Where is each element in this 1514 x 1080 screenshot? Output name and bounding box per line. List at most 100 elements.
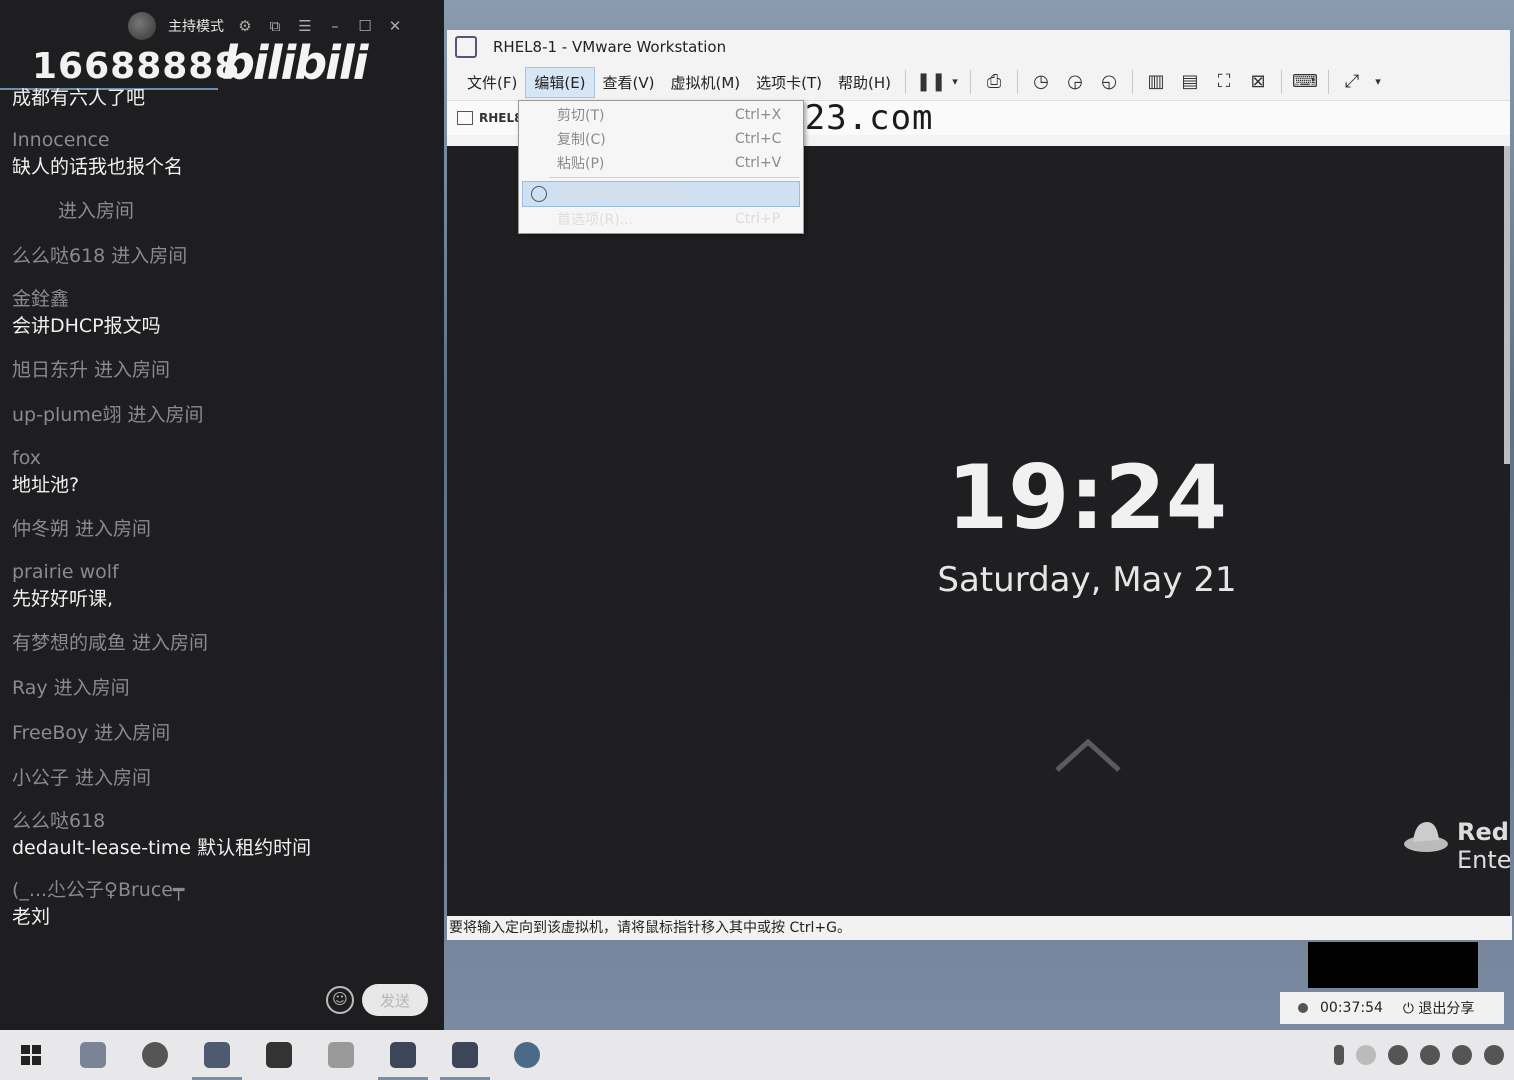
host-avatar[interactable] (128, 12, 156, 40)
taskbar-app-7[interactable] (434, 1030, 496, 1080)
menu-vm[interactable]: 虚拟机(M) (663, 68, 749, 97)
menu-item-copy[interactable]: 复制(C) Ctrl+C (519, 127, 803, 151)
status-bar: 要将输入定向到该虚拟机，请将鼠标指针移入其中或按 Ctrl+G。 (447, 916, 1512, 940)
taskbar-file-explorer[interactable] (62, 1030, 124, 1080)
share-elapsed-time: 00:37:54 (1320, 1000, 1383, 1016)
chat-username[interactable]: 么么哒618 (12, 245, 105, 267)
enter-room-text: 进入房间 (75, 518, 152, 540)
chat-username[interactable]: up-plume翊 (12, 404, 122, 426)
tray-app-icon[interactable] (1484, 1045, 1504, 1065)
chat-enter-notice: FreeBoy 进入房间 (12, 718, 432, 748)
menu-tabs[interactable]: 选项卡(T) (748, 68, 830, 97)
chat-message-list: 成都有六人了吧 Innocence 缺人的话我也报个名 进入房间 么么哒618 进入房间金… (12, 84, 432, 946)
taskbar-browser[interactable] (124, 1030, 186, 1080)
chat-message: (_...尐公子♀Bruce┯ 老刘 (12, 877, 432, 931)
menu-item-cut[interactable]: 剪切(T) Ctrl+X (519, 103, 803, 127)
chat-message-text: 会讲DHCP报文吗 (12, 315, 161, 337)
network-globe-icon (531, 186, 547, 202)
brand-line-2: Ente (1457, 846, 1510, 874)
redhat-logo: Red Ente (1403, 818, 1510, 874)
menu-view[interactable]: 查看(V) (595, 68, 663, 97)
guest-screen[interactable]: 19:24 Saturday, May 21 Red Ente (447, 146, 1510, 916)
chat-username[interactable]: fox (12, 445, 432, 471)
edit-dropdown-menu: 剪切(T) Ctrl+X 复制(C) Ctrl+C 粘贴(P) Ctrl+V 虚… (518, 100, 804, 234)
tray-app-icon[interactable] (1356, 1045, 1376, 1065)
terminal-icon (390, 1042, 416, 1068)
taskbar-vmware[interactable] (186, 1030, 248, 1080)
chat-message-text: 老刘 (12, 906, 51, 928)
maximize-icon[interactable]: ☐ (356, 17, 374, 35)
taskbar-app-4[interactable] (248, 1030, 310, 1080)
host-mode-label[interactable]: 主持模式 (168, 16, 224, 36)
chat-enter-notice: 小公子 进入房间 (12, 763, 432, 793)
bilibili-logo: bilibili (222, 36, 368, 90)
chat-username[interactable]: 旭日东升 (12, 359, 88, 381)
menu-item-shortcut: Ctrl+X (735, 107, 782, 123)
paint-icon (328, 1042, 354, 1068)
unity-icon[interactable]: ⊠ (1245, 69, 1271, 95)
chat-message-text: 缺人的话我也报个名 (12, 156, 184, 178)
chat-username[interactable]: 金銓鑫 (12, 286, 432, 312)
toolbar-divider (905, 70, 907, 94)
stretch-icon[interactable]: ⤢ (1339, 69, 1365, 95)
vertical-scrollbar[interactable] (1504, 146, 1510, 464)
chat-username[interactable]: prairie wolf (12, 559, 432, 585)
settings-icon[interactable]: ⚙ (236, 17, 254, 35)
tray-app-icon[interactable] (1388, 1045, 1408, 1065)
taskbar-app-5[interactable] (310, 1030, 372, 1080)
console-icon[interactable]: ⌨ (1292, 69, 1318, 95)
qq-icon[interactable] (1452, 1045, 1472, 1065)
chat-username[interactable]: 么么哒618 (12, 808, 432, 834)
chevron-down-icon[interactable]: ▾ (950, 69, 960, 95)
menu-item-label: 粘贴(P) (557, 156, 605, 172)
menu-item-preferences[interactable]: 首选项(R)... Ctrl+P (519, 207, 803, 231)
browser-icon (142, 1042, 168, 1068)
thumbnail-view-icon[interactable]: ▤ (1177, 69, 1203, 95)
menu-item-label: 剪切(T) (557, 108, 605, 124)
microphone-icon[interactable] (1334, 1045, 1344, 1065)
chat-username[interactable]: 仲冬朔 (12, 518, 69, 540)
chat-message-text: 成都有六人了吧 (12, 87, 146, 109)
chat-username[interactable]: 小公子 (12, 767, 69, 789)
send-button[interactable]: 发送 (362, 984, 428, 1016)
toolbar-divider (970, 70, 972, 94)
chat-username[interactable]: Innocence (12, 127, 432, 153)
send-ctrl-alt-del-icon[interactable]: ⎙ (981, 69, 1007, 95)
brand-line-1: Red (1457, 818, 1509, 846)
stop-share-button[interactable]: ⏻ 退出分享 (1403, 998, 1475, 1018)
chevron-up-icon[interactable] (1053, 736, 1123, 776)
chevron-down-icon[interactable]: ▾ (1373, 69, 1383, 95)
menu-item-virtual-network-editor[interactable]: 虚拟网络编辑器(N)... (522, 181, 800, 207)
chat-message: 么么哒618 dedault-lease-time 默认租约时间 (12, 808, 432, 862)
taskbar-app-8[interactable] (496, 1030, 558, 1080)
pause-icon[interactable]: ❚❚ (916, 69, 946, 95)
chat-username[interactable]: Ray (12, 677, 48, 699)
qq-icon[interactable] (1420, 1045, 1440, 1065)
popout-icon[interactable]: ⧉ (266, 17, 284, 35)
chat-message-text: 先好好听课, (12, 588, 114, 610)
close-icon[interactable]: ✕ (386, 17, 404, 35)
taskbar-app-6[interactable] (372, 1030, 434, 1080)
menu-icon[interactable]: ☰ (296, 17, 314, 35)
chat-username[interactable]: 有梦想的咸鱼 (12, 632, 126, 654)
app-icon (266, 1042, 292, 1068)
menu-edit[interactable]: 编辑(E) (525, 66, 595, 98)
menu-file[interactable]: 文件(F) (459, 68, 525, 97)
windows-logo-icon (21, 1045, 41, 1065)
redhat-hat-icon (1404, 822, 1448, 852)
menu-item-paste[interactable]: 粘贴(P) Ctrl+V (519, 151, 803, 175)
full-screen-icon[interactable]: ⛶ (1211, 69, 1237, 95)
toolbar-divider (1281, 70, 1283, 94)
minimize-icon[interactable]: – (326, 17, 344, 35)
chat-username[interactable]: FreeBoy (12, 722, 88, 744)
window-titlebar[interactable]: RHEL8-1 - VMware Workstation (447, 30, 1510, 64)
revert-snapshot-icon[interactable]: ◶ (1062, 69, 1088, 95)
start-button[interactable] (0, 1030, 62, 1080)
library-view-icon[interactable]: ▥ (1143, 69, 1169, 95)
menu-help[interactable]: 帮助(H) (830, 68, 899, 97)
redhat-wordmark: Red Ente (1457, 818, 1510, 874)
emoji-icon[interactable]: ☺ (326, 986, 354, 1014)
snapshot-icon[interactable]: ◷ (1028, 69, 1054, 95)
snapshot-manager-icon[interactable]: ◵ (1096, 69, 1122, 95)
chat-username[interactable]: (_...尐公子♀Bruce┯ (12, 877, 432, 903)
